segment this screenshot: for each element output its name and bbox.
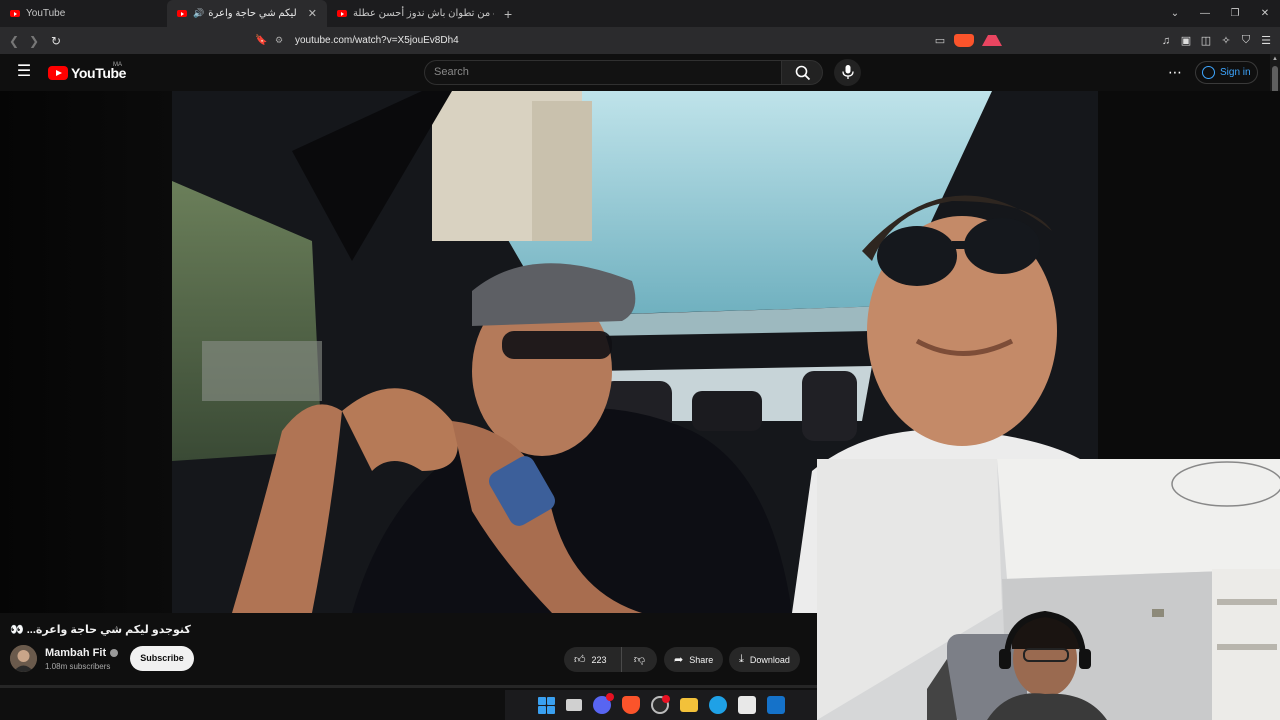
thumbs-up-icon: 👍︎: [574, 654, 586, 666]
like-dislike-group: 👍︎ 223 👎︎: [564, 647, 657, 672]
leo-ai-icon[interactable]: ✧: [1216, 34, 1236, 47]
content-divider: [0, 685, 817, 688]
browser-menu-icon[interactable]: ☰: [1256, 34, 1276, 47]
search-icon: [795, 65, 811, 81]
bookmark-icon[interactable]: 🔖: [255, 35, 275, 46]
address-bar-actions: ▭: [930, 27, 1006, 54]
cast-icon[interactable]: ▭: [930, 34, 950, 47]
browser-extensions: ♫ ▣ ◫ ✧ ⛉ ☰: [1156, 27, 1276, 54]
sign-in-label: Sign in: [1220, 67, 1251, 78]
close-tab-icon[interactable]: ✕: [308, 7, 317, 20]
sign-in-button[interactable]: Sign in: [1195, 61, 1258, 84]
os-taskbar: [505, 690, 817, 720]
search-input[interactable]: Search: [424, 60, 782, 85]
subscribe-button[interactable]: Subscribe: [130, 646, 194, 671]
country-code: MA: [113, 62, 122, 68]
brave-browser-icon[interactable]: [621, 696, 640, 714]
url-text[interactable]: youtube.com/watch?v=X5jouEv8Dh4: [295, 35, 459, 46]
tab-search-button[interactable]: ⌄: [1160, 8, 1190, 19]
screen: { "browser": { "tabs": [ {"title": "YouT…: [0, 0, 1280, 720]
webcam-image: [817, 459, 1280, 720]
browser-tab-strip: YouTube 🔊 كنوجدو ليكم شي حاجة واعرة... ✕…: [0, 0, 1280, 27]
window-controls: ⌄ — ❐ ✕: [1160, 0, 1280, 27]
vpn-icon[interactable]: ⛉: [1236, 34, 1256, 47]
microsoft-store-icon[interactable]: [737, 696, 756, 714]
minimize-button[interactable]: —: [1190, 8, 1220, 19]
avatar-image: [10, 645, 37, 672]
back-button[interactable]: ❮: [4, 34, 24, 48]
youtube-favicon-icon: [10, 10, 20, 17]
account-icon: [1202, 66, 1215, 79]
like-button[interactable]: 👍︎ 223: [564, 647, 622, 672]
chrome-icon[interactable]: [650, 695, 670, 714]
maximize-button[interactable]: ❐: [1220, 8, 1250, 19]
sidebar-icon[interactable]: ▣: [1176, 34, 1196, 47]
youtube-favicon-icon: [337, 10, 347, 17]
youtube-masthead: ☰ YouTube MA Search ⋯ Sign in: [0, 54, 1280, 91]
brave-shields-icon[interactable]: [954, 34, 974, 47]
hamburger-menu-icon[interactable]: ☰: [14, 62, 34, 82]
browser-tab-youtube[interactable]: YouTube: [0, 0, 160, 27]
new-tab-button[interactable]: +: [494, 6, 522, 22]
media-icon[interactable]: ♫: [1156, 35, 1176, 47]
thumbs-down-icon: 👎︎: [633, 654, 646, 666]
channel-avatar[interactable]: [10, 645, 37, 672]
share-icon: ➦: [674, 654, 684, 666]
file-explorer-icon[interactable]: [679, 698, 698, 712]
windows-start-icon[interactable]: [537, 696, 555, 714]
tab-title: YouTube: [26, 8, 66, 19]
task-view-icon[interactable]: [565, 699, 582, 711]
tab-title: سافرت من تطوان باش ندوز أحسن عطلة: [353, 8, 494, 19]
microphone-icon: [842, 65, 854, 79]
forward-button[interactable]: ❯: [24, 34, 44, 48]
browser-tab-other-video[interactable]: سافرت من تطوان باش ندوز أحسن عطلة: [327, 0, 494, 27]
close-window-button[interactable]: ✕: [1250, 8, 1280, 19]
edge-icon[interactable]: [708, 696, 727, 714]
youtube-logo-icon: [48, 66, 68, 80]
verified-badge-icon: [110, 649, 119, 657]
browser-toolbar: ❮ ❯ ↻ 🔖 ⚙ youtube.com/watch?v=X5jouEv8Dh…: [0, 27, 1280, 54]
discord-icon[interactable]: [592, 693, 614, 714]
download-icon: ⤓: [739, 653, 744, 665]
wallet-icon[interactable]: ◫: [1196, 34, 1216, 47]
webcam-overlay: [817, 459, 1280, 720]
share-button[interactable]: ➦ Share: [664, 647, 724, 672]
reload-button[interactable]: ↻: [46, 34, 66, 48]
video-title: 👀 ...كنوجدو ليكم شي حاجة واعرة: [10, 624, 191, 636]
youtube-favicon-icon: [177, 10, 187, 17]
player-letterbox-left: [0, 91, 172, 613]
share-label: Share: [689, 654, 714, 665]
voice-search-button[interactable]: [834, 59, 861, 86]
site-info-icon[interactable]: ⚙: [275, 35, 295, 46]
address-bar[interactable]: 🔖 ⚙ youtube.com/watch?v=X5jouEv8Dh4: [255, 30, 1000, 51]
notification-badge: [661, 695, 670, 703]
browser-tab-current-video[interactable]: 🔊 كنوجدو ليكم شي حاجة واعرة... ✕: [167, 0, 327, 27]
outlook-icon[interactable]: [766, 696, 785, 714]
audio-playing-icon[interactable]: 🔊: [193, 8, 204, 19]
dislike-button[interactable]: 👎︎: [622, 653, 657, 666]
scroll-up-arrow-icon[interactable]: ▲: [1272, 56, 1278, 62]
tab-title: كنوجدو ليكم شي حاجة واعرة...: [208, 8, 298, 19]
download-label: Download: [749, 654, 790, 665]
more-vert-icon[interactable]: ⋯: [1166, 63, 1184, 81]
channel-name: Mambah Fit: [45, 647, 107, 659]
search-button[interactable]: [781, 60, 823, 85]
download-button[interactable]: ⤓ Download: [729, 647, 800, 672]
notification-badge: [605, 693, 614, 701]
brave-rewards-icon[interactable]: [982, 35, 1002, 46]
like-count: 223: [591, 654, 607, 665]
subscriber-count: 1.08m subscribers: [45, 662, 111, 671]
channel-name-link[interactable]: Mambah Fit: [45, 647, 119, 659]
